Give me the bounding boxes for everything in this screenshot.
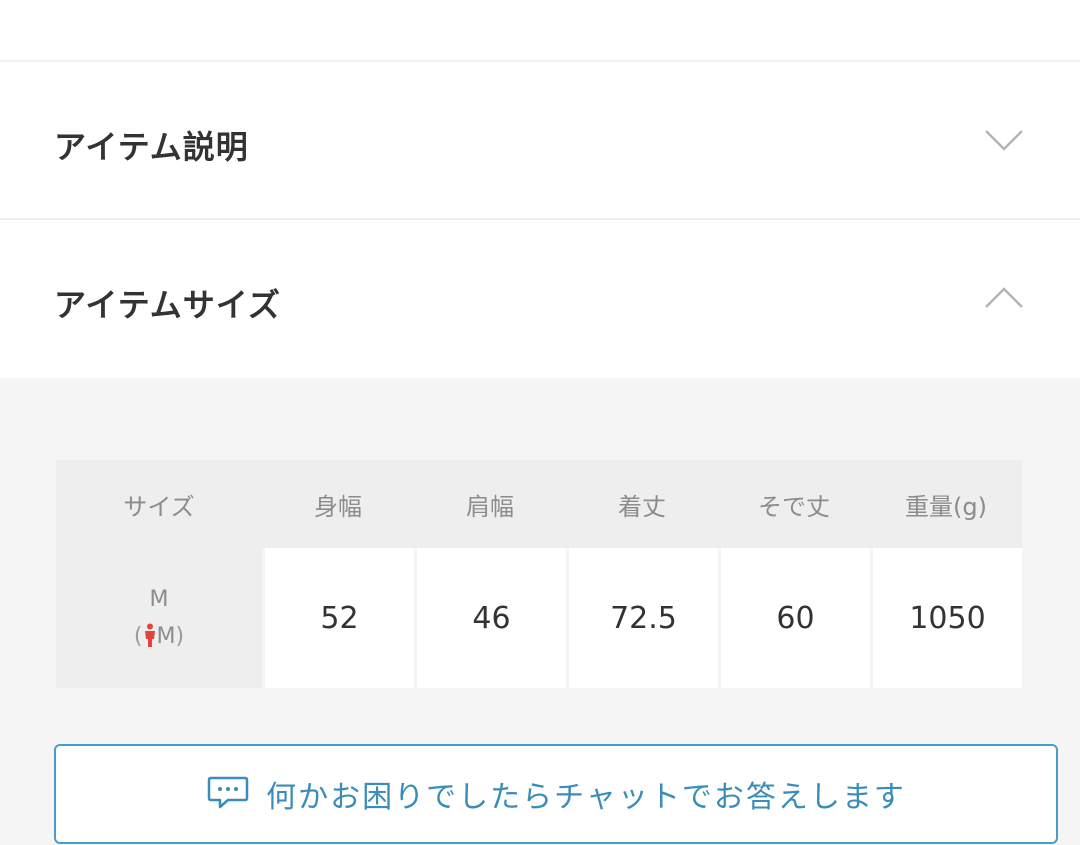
- size-cell: M ( M): [56, 548, 262, 688]
- close-paren: ): [175, 624, 185, 649]
- header-chest-width: 身幅: [262, 460, 414, 548]
- size-table: サイズ 身幅 肩幅 着丈 そで丈 重量(g) M ( M) 52 46 72.5…: [56, 460, 1022, 688]
- size-table-header-row: サイズ 身幅 肩幅 着丈 そで丈 重量(g): [56, 460, 1022, 548]
- top-spacer: [0, 0, 1080, 62]
- cell-shoulder-width: 46: [414, 548, 566, 688]
- header-shoulder-width: 肩幅: [414, 460, 566, 548]
- chevron-up-icon: [985, 287, 1023, 308]
- chevron-down-icon: [985, 130, 1023, 151]
- header-sleeve-length: そで丈: [718, 460, 870, 548]
- header-weight: 重量(g): [870, 460, 1022, 548]
- header-length: 着丈: [566, 460, 718, 548]
- size-panel: サイズ 身幅 肩幅 着丈 そで丈 重量(g) M ( M) 52 46 72.5…: [0, 378, 1080, 845]
- cell-chest-width: 52: [262, 548, 414, 688]
- chat-bubble-icon: [207, 776, 249, 809]
- chat-support-label: 何かお困りでしたらチャットでお答えします: [266, 780, 906, 815]
- model-person-icon: [144, 623, 155, 647]
- header-size: サイズ: [56, 460, 262, 548]
- accordion-title-description: アイテム説明: [54, 128, 249, 166]
- cell-sleeve-length: 60: [718, 548, 870, 688]
- model-size-label: M: [156, 624, 176, 649]
- cell-weight: 1050: [870, 548, 1022, 688]
- size-label: M: [149, 586, 169, 612]
- accordion-item-description[interactable]: アイテム説明: [0, 64, 1080, 220]
- open-paren: (: [133, 624, 143, 649]
- chat-support-button[interactable]: 何かお困りでしたらチャットでお答えします: [54, 744, 1058, 844]
- accordion-title-size: アイテムサイズ: [54, 286, 281, 324]
- model-size-note: ( M): [56, 618, 262, 655]
- accordion-item-size[interactable]: アイテムサイズ: [0, 222, 1080, 378]
- table-row: M ( M) 52 46 72.5 60 1050: [56, 548, 1022, 688]
- cell-length: 72.5: [566, 548, 718, 688]
